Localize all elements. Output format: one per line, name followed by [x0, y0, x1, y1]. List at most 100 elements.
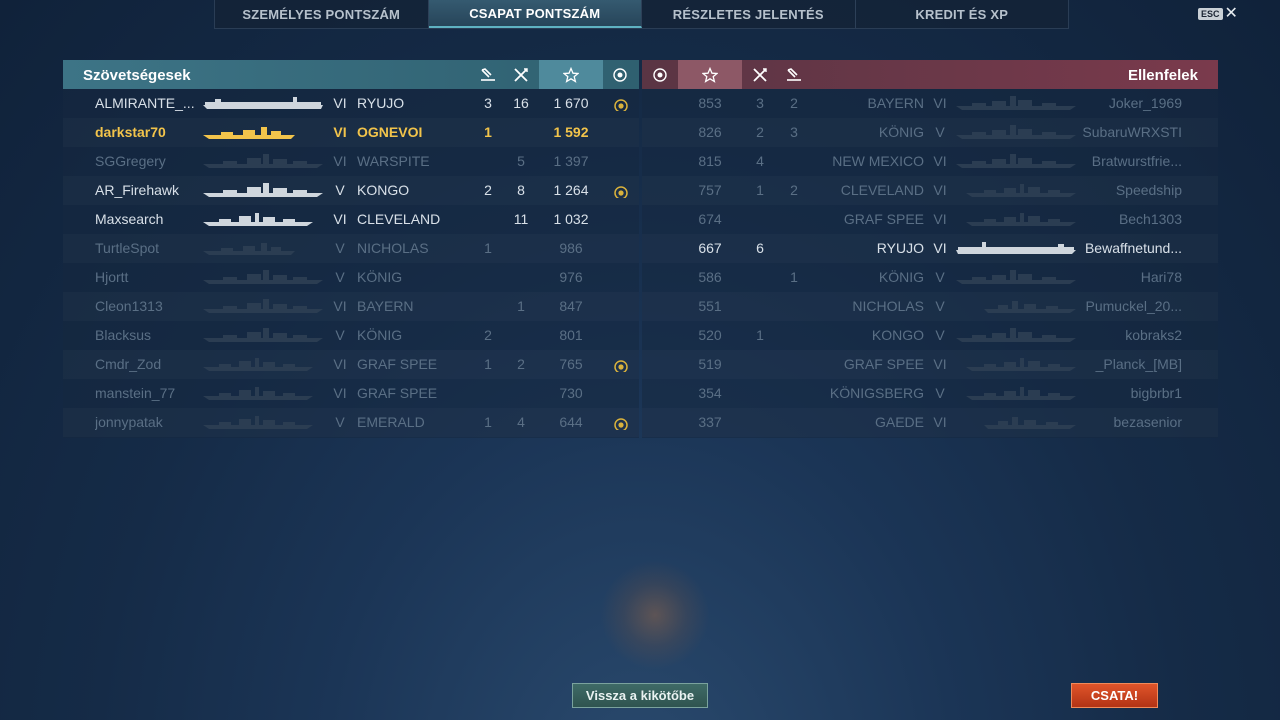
planes-shot	[779, 292, 809, 321]
enemy-row[interactable]: 853 3 2 BAYERN VI Joker_1969	[642, 89, 1218, 118]
medal-icon	[605, 60, 635, 89]
ally-row[interactable]: SGGregery VI WARSPITE 5 1 397	[63, 147, 639, 176]
ship-name: GRAF SPEE	[357, 385, 438, 401]
ship-tier: V	[335, 269, 345, 285]
player-name: Maxsearch	[95, 211, 164, 227]
ship-tier: V	[935, 298, 945, 314]
ship-silhouette	[203, 212, 323, 227]
kills: 1	[517, 298, 525, 314]
enemy-row[interactable]: 757 1 2 CLEVELAND VI Speedship	[642, 176, 1218, 205]
enemy-row[interactable]: 551 NICHOLAS V Pumuckel_20...	[642, 292, 1218, 321]
ship-name: GRAF SPEE	[843, 356, 924, 372]
ship-silhouette	[956, 154, 1076, 169]
ship-silhouette	[956, 415, 1076, 430]
tab-personal-score[interactable]: SZEMÉLYES PONTSZÁM	[215, 0, 429, 28]
ally-row[interactable]: TurtleSpot V NICHOLAS 1 986	[63, 234, 639, 263]
ship-tier: VI	[933, 153, 947, 169]
player-name: Bech1303	[1118, 211, 1182, 227]
score: 847	[559, 298, 583, 314]
ally-row[interactable]: Hjortt V KÖNIG 976	[63, 263, 639, 292]
ship-tier: V	[335, 182, 345, 198]
planes-shot	[779, 408, 809, 437]
ship-silhouette	[956, 96, 1076, 111]
player-name: _Planck_[MB]	[1095, 356, 1182, 372]
ship-tier: VI	[333, 124, 347, 140]
planes-shot	[473, 205, 503, 234]
ally-row[interactable]: Cleon1313 VI BAYERN 1 847	[63, 292, 639, 321]
score: 337	[698, 414, 722, 430]
ship-tier: VI	[933, 414, 947, 430]
player-name: Blacksus	[95, 327, 152, 343]
ally-row[interactable]: manstein_77 VI GRAF SPEE 730	[63, 379, 639, 408]
kills: 16	[513, 95, 529, 111]
planes-shot: 1	[484, 124, 492, 140]
enemy-row[interactable]: 674 GRAF SPEE VI Bech1303	[642, 205, 1218, 234]
tab-credits-xp[interactable]: KREDIT ÉS XP	[856, 0, 1069, 28]
planes-shot: 3	[790, 124, 798, 140]
ship-tier: VI	[333, 385, 347, 401]
medal-icon	[613, 356, 629, 372]
ally-row[interactable]: ALMIRANTE_... VI RYUJO 3 16 1 670	[63, 89, 639, 118]
planes-shot: 1	[484, 414, 492, 430]
tab-detailed-report[interactable]: RÉSZLETES JELENTÉS	[642, 0, 856, 28]
player-name: Cleon1313	[95, 298, 163, 314]
ally-row[interactable]: AR_Firehawk V KONGO 2 8 1 264	[63, 176, 639, 205]
battle-button[interactable]: CSATA!	[1071, 683, 1158, 708]
planes-shot: 1	[790, 269, 798, 285]
enemy-row[interactable]: 337 GAEDE VI bezasenior	[642, 408, 1218, 437]
score: 1 592	[553, 124, 589, 140]
ship-tier: VI	[333, 356, 347, 372]
results-tabs: SZEMÉLYES PONTSZÁM CSAPAT PONTSZÁM RÉSZL…	[214, 0, 1069, 29]
ship-tier: VI	[333, 95, 347, 111]
enemy-row[interactable]: 519 GRAF SPEE VI _Planck_[MB]	[642, 350, 1218, 379]
planes-shot	[779, 379, 809, 408]
ship-silhouette	[203, 183, 323, 198]
player-name: bigbrbr1	[1130, 385, 1182, 401]
close-button[interactable]: ESC ✕	[1198, 6, 1238, 22]
ship-tier: VI	[933, 211, 947, 227]
ship-tier: VI	[333, 153, 347, 169]
kills	[506, 379, 536, 408]
ally-row[interactable]: Cmdr_Zod VI GRAF SPEE 1 2 765	[63, 350, 639, 379]
ship-silhouette	[956, 183, 1076, 198]
ally-row[interactable]: darkstar70 VI OGNEVOI 1 1 592	[63, 118, 639, 147]
kills	[745, 205, 775, 234]
player-name: SubaruWRXSTI	[1082, 124, 1182, 140]
enemy-row[interactable]: 815 4 NEW MEXICO VI Bratwurstfrie...	[642, 147, 1218, 176]
medal-icon	[613, 414, 629, 430]
score: 1 670	[553, 95, 589, 111]
ally-row[interactable]: Blacksus V KÖNIG 2 801	[63, 321, 639, 350]
score: 1 264	[553, 182, 589, 198]
score: 1 032	[553, 211, 589, 227]
enemy-row[interactable]: 667 6 RYUJO VI Bewaffnetund...	[642, 234, 1218, 263]
score: 757	[698, 182, 722, 198]
enemies-title: Ellenfelek	[1127, 67, 1198, 84]
kills: 6	[756, 240, 764, 256]
enemy-row[interactable]: 520 1 KONGO Vkobraks2	[642, 321, 1218, 350]
return-to-port-button[interactable]: Vissza a kikötőbe	[572, 683, 708, 708]
ship-tier: VI	[333, 211, 347, 227]
ship-silhouette	[956, 357, 1076, 372]
ship-silhouette	[203, 154, 323, 169]
planes-shot	[473, 292, 503, 321]
ship-name: GAEDE	[874, 414, 924, 430]
ally-row[interactable]: jonnypatak V EMERALD 1 4 644	[63, 408, 639, 437]
player-name: TurtleSpot	[95, 240, 160, 256]
ally-row[interactable]: Maxsearch VI CLEVELAND 11 1 032	[63, 205, 639, 234]
ship-tier: VI	[933, 240, 947, 256]
tab-team-score[interactable]: CSAPAT PONTSZÁM	[428, 0, 642, 28]
planes-shot: 1	[484, 240, 492, 256]
kills: 1	[756, 327, 764, 343]
score: 976	[559, 269, 583, 285]
enemies-header: Ellenfelek	[642, 60, 1218, 89]
ship-silhouette	[203, 386, 323, 401]
ship-tier: V	[935, 385, 945, 401]
score: 853	[698, 95, 722, 111]
enemy-row[interactable]: 354 KÖNIGSBERG Vbigbrbr1	[642, 379, 1218, 408]
enemy-row[interactable]: 586 1 KÖNIG V Hari78	[642, 263, 1218, 292]
enemy-row[interactable]: 826 2 3 KÖNIG V SubaruWRXSTI	[642, 118, 1218, 147]
ship-name: CLEVELAND	[357, 211, 441, 227]
kills: 8	[517, 182, 525, 198]
player-name: SGGregery	[95, 153, 166, 169]
kills: 1	[756, 182, 764, 198]
